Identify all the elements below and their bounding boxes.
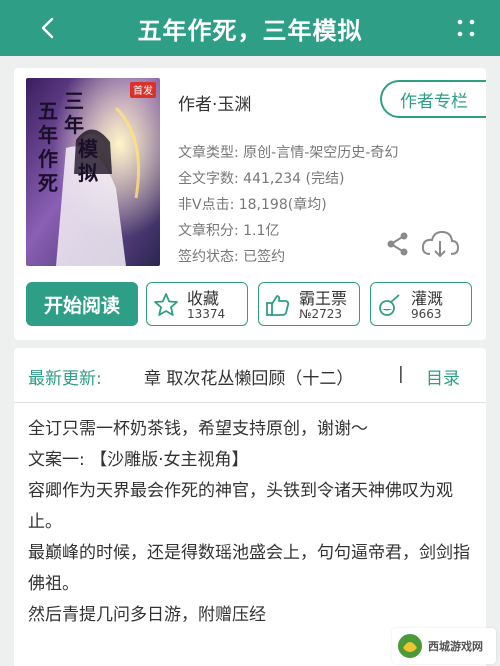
download-button[interactable]: [420, 228, 460, 260]
latest-update-label: 最新更新:: [28, 369, 102, 389]
synopsis-panel: 最新更新: 章 取次花丛懒回顾（十二） | 目录 全订只需一杯奶茶钱，希望支持原…: [14, 348, 486, 666]
svg-text:年: 年: [38, 123, 58, 147]
nutrient-button[interactable]: 灌溉 9663: [370, 282, 472, 326]
meta-score: 文章积分: 1.1亿: [178, 223, 280, 239]
nutrient-count: 9663: [411, 307, 442, 321]
favorite-button[interactable]: 收藏 13374: [146, 282, 248, 326]
site-watermark: 西城游戏网: [392, 628, 496, 664]
synopsis-line: 全订只需一杯奶茶钱，希望支持原创，谢谢～: [28, 419, 368, 439]
star-icon: [154, 293, 178, 316]
svg-text:拟: 拟: [78, 161, 98, 185]
svg-text:三: 三: [64, 89, 84, 113]
back-button[interactable]: [28, 8, 68, 48]
bawangpiao-button[interactable]: 霸王票 №2723: [258, 282, 360, 326]
svg-text:五: 五: [38, 99, 58, 123]
page-title: 五年作死，三年模拟: [137, 16, 363, 45]
start-reading-button[interactable]: 开始阅读: [26, 282, 138, 326]
book-meta: 文章类型: 原创-言情-架空历史-奇幻 全文字数: 441,234 (完结) 非…: [178, 140, 398, 270]
favorite-label: 收藏: [187, 289, 220, 308]
bawangpiao-label: 霸王票: [299, 289, 348, 308]
svg-text:作: 作: [38, 147, 58, 171]
more-dots-icon: [457, 19, 475, 37]
synopsis-line: 最巅峰的时候，还是得数瑶池盛会上，句句逼帝君，剑剑指佛祖。: [28, 543, 470, 594]
synopsis-line: 容卿作为天界最会作死的神官，头铁到令诸天神佛叹为观止。: [28, 481, 453, 532]
author-name[interactable]: 作者·玉渊: [178, 90, 251, 115]
latest-chapter-link[interactable]: 章 取次花丛懒回顾（十二）: [144, 364, 353, 389]
favorite-count: 13374: [187, 307, 226, 321]
logo-icon: [398, 634, 422, 658]
update-separator: |: [398, 364, 404, 384]
toc-link[interactable]: 目录: [426, 364, 460, 389]
synopsis-line: 文案一: 【沙雕版·女主视角】: [28, 450, 249, 470]
share-icon: [387, 232, 408, 256]
cover-badge: 首发: [133, 84, 153, 97]
chevron-left-icon: [41, 17, 54, 39]
svg-text:死: 死: [38, 171, 58, 195]
cloud-download-icon: [421, 230, 460, 258]
nutrient-label: 灌溉: [411, 289, 444, 308]
meta-word-count: 全文字数: 441,234 (完结): [178, 171, 345, 187]
top-bar: 五年作死，三年模拟: [0, 0, 500, 56]
book-cover-image[interactable]: 五 年 作 死 三 年 模 拟 首发: [26, 78, 160, 266]
svg-text:模: 模: [78, 137, 99, 161]
more-button[interactable]: [446, 8, 486, 48]
bawangpiao-count: №2723: [299, 307, 343, 321]
synopsis-line: 然后青提几问多日游，附赠压经: [28, 605, 266, 625]
author-column-button[interactable]: 作者专栏: [380, 80, 486, 118]
meta-contract: 签约状态: 已签约: [178, 249, 286, 265]
meta-clicks: 非V点击: 18,198(章均): [178, 197, 327, 213]
cover-art: 五 年 作 死 三 年 模 拟 首发: [26, 78, 160, 266]
flask-icon: [379, 294, 400, 316]
watermark-text: 西城游戏网: [428, 640, 483, 653]
meta-genre: 文章类型: 原创-言情-架空历史-奇幻: [178, 145, 399, 161]
synopsis-text: 全订只需一杯奶茶钱，希望支持原创，谢谢～ 文案一: 【沙雕版·女主视角】 容卿作…: [28, 414, 474, 631]
svg-text:年: 年: [64, 113, 84, 137]
divider: [14, 402, 486, 403]
thumbs-up-icon: [266, 295, 290, 316]
share-button[interactable]: [384, 230, 412, 258]
book-info-card: 五 年 作 死 三 年 模 拟 首发 作者·玉渊 作者专栏 文章类型: 原创-言…: [14, 68, 486, 340]
